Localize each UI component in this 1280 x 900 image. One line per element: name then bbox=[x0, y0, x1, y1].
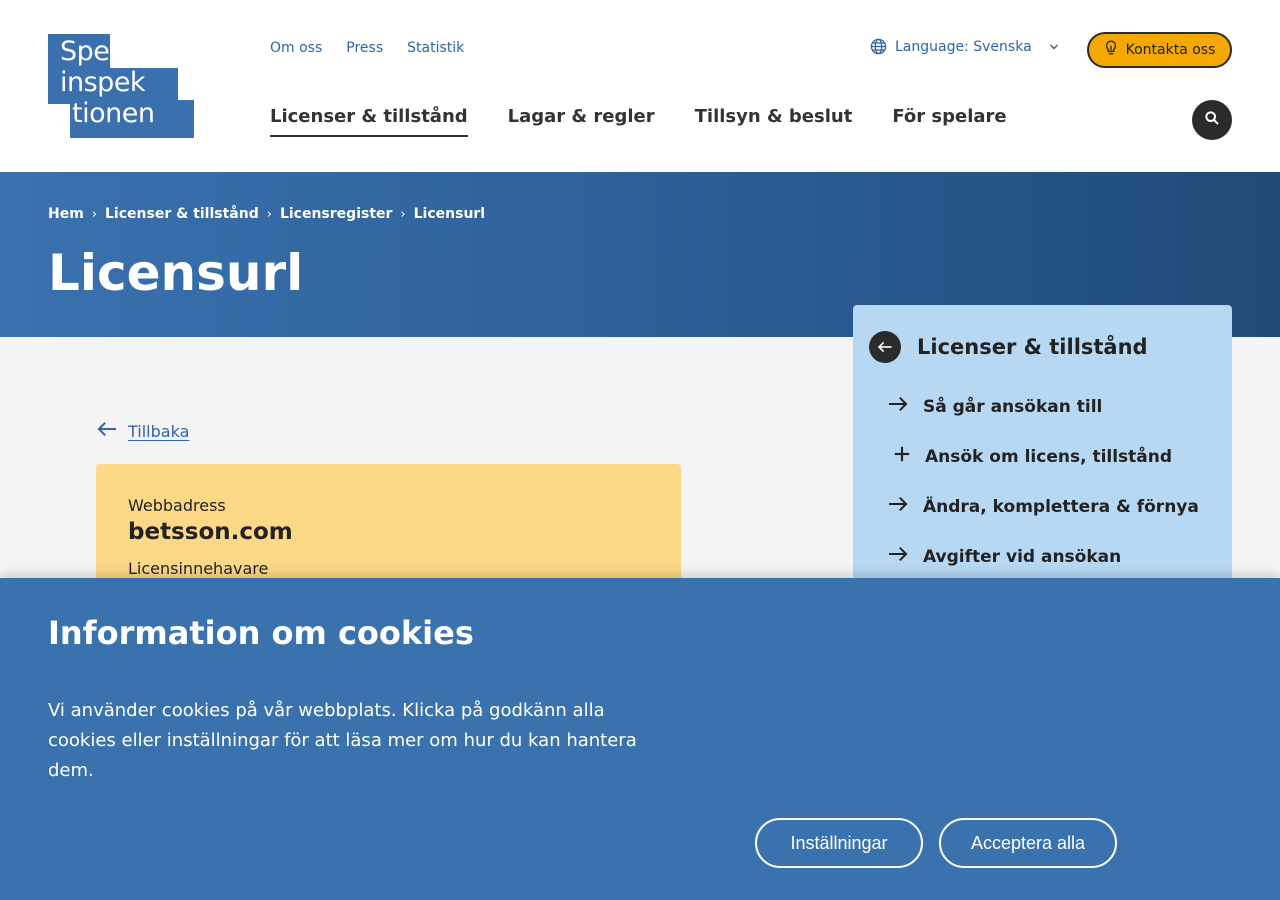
chevron-down-icon bbox=[1048, 41, 1060, 53]
section-nav-item-sa-gar-ansokan[interactable]: Så går ansökan till bbox=[887, 395, 1102, 418]
arrow-right-icon bbox=[887, 495, 909, 518]
lightbulb-icon bbox=[1104, 40, 1118, 60]
site-header: Spel inspek tionen Om oss Press Statisti… bbox=[0, 0, 1280, 172]
arrow-left-icon bbox=[96, 420, 118, 442]
arrow-left-icon bbox=[869, 331, 901, 363]
breadcrumb-licenser[interactable]: Licenser & tillstånd bbox=[105, 206, 259, 222]
language-selector[interactable]: Language: Svenska bbox=[870, 38, 1060, 55]
logo-wordmark: Spel inspek tionen bbox=[60, 36, 155, 129]
globe-icon bbox=[870, 38, 887, 55]
section-nav-item-label: Avgifter vid ansökan bbox=[923, 546, 1122, 567]
section-nav-panel: Licenser & tillstånd Så går ansökan till… bbox=[853, 305, 1232, 625]
search-icon bbox=[1204, 110, 1220, 130]
section-nav-item-label: Ansök om licens, tillstånd bbox=[925, 446, 1173, 467]
breadcrumb-hem[interactable]: Hem bbox=[48, 206, 84, 222]
breadcrumb: Hem › Licenser & tillstånd › Licensregis… bbox=[48, 206, 485, 222]
plus-icon bbox=[893, 445, 911, 468]
language-label: Language: Svenska bbox=[895, 38, 1032, 55]
chevron-right-icon: › bbox=[266, 206, 272, 222]
cookie-title: Information om cookies bbox=[48, 614, 474, 652]
cookie-banner: Information om cookies Vi använder cooki… bbox=[0, 578, 1280, 900]
nav-tillsyn-beslut[interactable]: Tillsyn & beslut bbox=[695, 106, 853, 137]
license-holder-label: Licensinnehavare bbox=[128, 559, 269, 578]
chevron-right-icon: › bbox=[400, 206, 406, 222]
arrow-right-icon bbox=[887, 545, 909, 568]
back-label: Tillbaka bbox=[128, 421, 190, 441]
section-nav-item-ansok[interactable]: Ansök om licens, tillstånd bbox=[893, 445, 1172, 468]
back-link[interactable]: Tillbaka bbox=[96, 420, 189, 442]
section-nav-header[interactable]: Licenser & tillstånd bbox=[869, 331, 1148, 363]
cookie-text: Vi använder cookies på vår webbplats. Kl… bbox=[48, 700, 637, 781]
arrow-right-icon bbox=[887, 395, 909, 418]
web-address-value: betsson.com bbox=[128, 519, 293, 545]
section-nav-title: Licenser & tillstånd bbox=[917, 335, 1148, 359]
contact-button[interactable]: Kontakta oss bbox=[1087, 32, 1232, 68]
page-title: Licensurl bbox=[48, 244, 304, 302]
web-address-label: Webbadress bbox=[128, 496, 226, 515]
contact-label: Kontakta oss bbox=[1125, 42, 1216, 58]
top-link-statistik[interactable]: Statistik bbox=[407, 40, 464, 56]
top-link-press[interactable]: Press bbox=[346, 40, 383, 56]
main-nav: Licenser & tillstånd Lagar & regler Till… bbox=[270, 106, 1007, 137]
site-logo[interactable]: Spel inspek tionen bbox=[48, 34, 194, 138]
search-button[interactable] bbox=[1192, 100, 1232, 140]
section-nav-item-label: Så går ansökan till bbox=[923, 396, 1103, 417]
nav-lagar-regler[interactable]: Lagar & regler bbox=[508, 106, 655, 137]
section-nav-item-avgifter[interactable]: Avgifter vid ansökan bbox=[887, 545, 1121, 568]
utility-nav: Om oss Press Statistik bbox=[270, 40, 464, 56]
nav-licenser-tillstand[interactable]: Licenser & tillstånd bbox=[270, 106, 468, 137]
section-nav-item-label: Ändra, komplettera & förnya bbox=[923, 496, 1199, 517]
nav-for-spelare[interactable]: För spelare bbox=[892, 106, 1006, 137]
cookie-accept-all-button[interactable]: Acceptera alla bbox=[939, 818, 1117, 868]
cookie-settings-button[interactable]: Inställningar bbox=[755, 818, 923, 868]
chevron-right-icon: › bbox=[91, 206, 98, 222]
top-link-om-oss[interactable]: Om oss bbox=[270, 40, 322, 56]
section-nav-item-andra[interactable]: Ändra, komplettera & förnya bbox=[887, 495, 1199, 518]
breadcrumb-current: Licensurl bbox=[413, 206, 486, 222]
breadcrumb-licensregister[interactable]: Licensregister bbox=[280, 206, 392, 222]
